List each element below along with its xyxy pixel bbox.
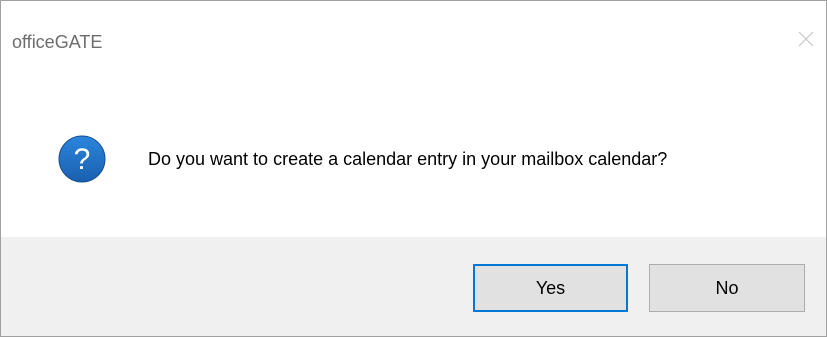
dialog-message: Do you want to create a calendar entry i…	[148, 149, 668, 169]
svg-text:?: ?	[74, 143, 91, 176]
dialog-content: ? Do you want to create a calendar entry…	[1, 79, 826, 237]
close-icon	[798, 31, 814, 47]
message-dialog: officeGATE ? Do you want to create a cal…	[0, 0, 827, 337]
no-button[interactable]: No	[649, 264, 805, 312]
question-icon: ?	[58, 135, 106, 183]
dialog-title: officeGATE	[12, 32, 103, 52]
title-bar: officeGATE	[1, 1, 826, 79]
close-button[interactable]	[790, 23, 822, 55]
yes-button[interactable]: Yes	[473, 264, 628, 312]
button-bar: Yes No	[1, 237, 826, 336]
